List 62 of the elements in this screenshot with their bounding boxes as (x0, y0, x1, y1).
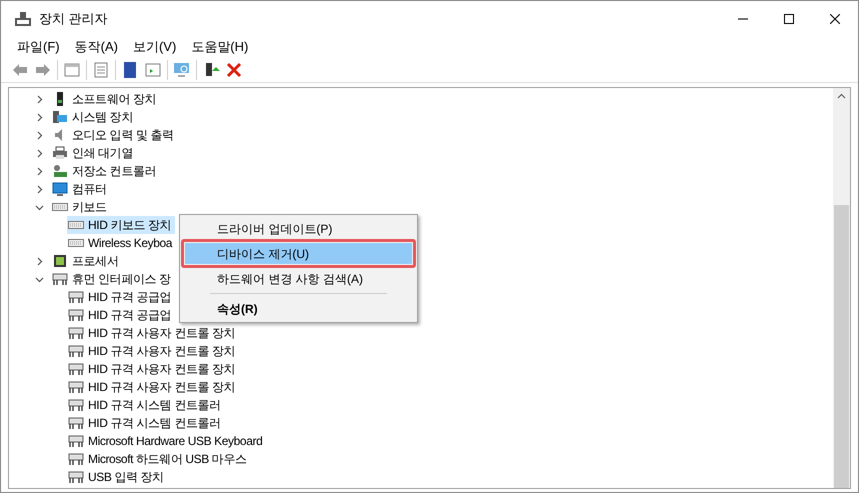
tree-item[interactable]: HID 규격 공급업 (67, 306, 176, 324)
tree-item[interactable]: 저장소 컨트롤러 (51, 162, 158, 180)
context-menu-item[interactable]: 드라이버 업데이트(P) (185, 218, 412, 239)
hid-device-icon (68, 289, 84, 305)
chevron-right-icon[interactable] (35, 148, 44, 158)
hid-device-icon (68, 397, 84, 413)
close-icon (830, 14, 840, 24)
tree-item[interactable]: 인쇄 대기열 (51, 144, 134, 162)
tree-item[interactable]: 키보드 (51, 198, 108, 216)
chevron-right-icon[interactable] (35, 166, 44, 176)
hid-device-icon (68, 343, 84, 359)
tree-item[interactable]: 시스템 장치 (51, 108, 134, 126)
chevron-right-icon[interactable] (35, 184, 44, 194)
storage-controller-icon (52, 163, 68, 179)
tree-item[interactable]: Wireless Keyboa (67, 234, 176, 252)
monitor-icon (52, 181, 68, 197)
tree-item[interactable]: HID 키보드 장치 (67, 216, 176, 234)
tree-item[interactable]: 오디오 입력 및 출력 (51, 126, 175, 144)
menu-item[interactable]: 동작(A) (68, 37, 125, 57)
chevron-down-icon[interactable] (35, 274, 44, 284)
chevron-right-icon[interactable] (35, 130, 44, 140)
scrollbar[interactable] (833, 88, 850, 488)
chevron-right-icon[interactable] (35, 256, 44, 266)
device-manager-icon (15, 11, 31, 27)
tree-item[interactable]: HID 규격 사용자 컨트롤 장치 (67, 360, 240, 378)
tree-item[interactable]: HID 규격 시스템 컨트롤러 (67, 396, 225, 414)
tree-item[interactable]: Microsoft Hardware USB Keyboard (67, 432, 266, 450)
window-title: 장치 관리자 (39, 10, 108, 28)
hid-device-icon (68, 361, 84, 377)
menu-item[interactable]: 도움말(H) (184, 37, 256, 57)
context-menu-item[interactable]: 하드웨어 변경 사항 검색(A) (185, 268, 412, 289)
menu-item[interactable]: 파일(F) (10, 37, 67, 57)
hid-device-icon (52, 271, 68, 287)
chevron-right-icon[interactable] (35, 112, 44, 122)
tree-item[interactable]: Microsoft 하드웨어 USB 마우스 (67, 450, 251, 468)
hid-device-icon (68, 325, 84, 341)
context-menu-item[interactable]: 속성(R) (185, 298, 412, 319)
context-menu-item[interactable]: 디바이스 제거(U) (185, 243, 412, 264)
tree-item[interactable]: HID 규격 사용자 컨트롤 장치 (67, 342, 240, 360)
hid-device-icon (68, 469, 84, 485)
tree-item[interactable]: HID 규격 시스템 컨트롤러 (67, 414, 225, 432)
chevron-down-icon[interactable] (35, 202, 44, 212)
printer-icon (52, 145, 68, 161)
tree-item[interactable]: HID 규격 사용자 컨트롤 장치 (67, 378, 240, 396)
system-device-icon (52, 109, 68, 125)
chip-icon (52, 253, 68, 269)
tree-item[interactable]: HID 규격 사용자 컨트롤 장치 (67, 324, 240, 342)
chevron-right-icon[interactable] (35, 94, 44, 104)
tree-item[interactable]: 소프트웨어 장치 (51, 90, 158, 108)
hid-device-icon (68, 379, 84, 395)
tree-item[interactable]: USB 입력 장치 (67, 468, 168, 486)
hid-device-icon (68, 307, 84, 323)
hid-device-icon (68, 451, 84, 467)
scroll-thumb[interactable] (834, 205, 849, 488)
tree-item[interactable]: 프로세서 (51, 252, 120, 270)
tree-item[interactable]: 휴먼 인터페이스 장 (51, 270, 172, 288)
tree-item[interactable]: HID 규격 공급업 (67, 288, 176, 306)
menu-item[interactable]: 보기(V) (126, 37, 184, 57)
hid-device-icon (68, 433, 84, 449)
maximize-icon (784, 14, 794, 24)
hid-device-icon (68, 415, 84, 431)
tree-item[interactable]: 컴퓨터 (51, 180, 108, 198)
